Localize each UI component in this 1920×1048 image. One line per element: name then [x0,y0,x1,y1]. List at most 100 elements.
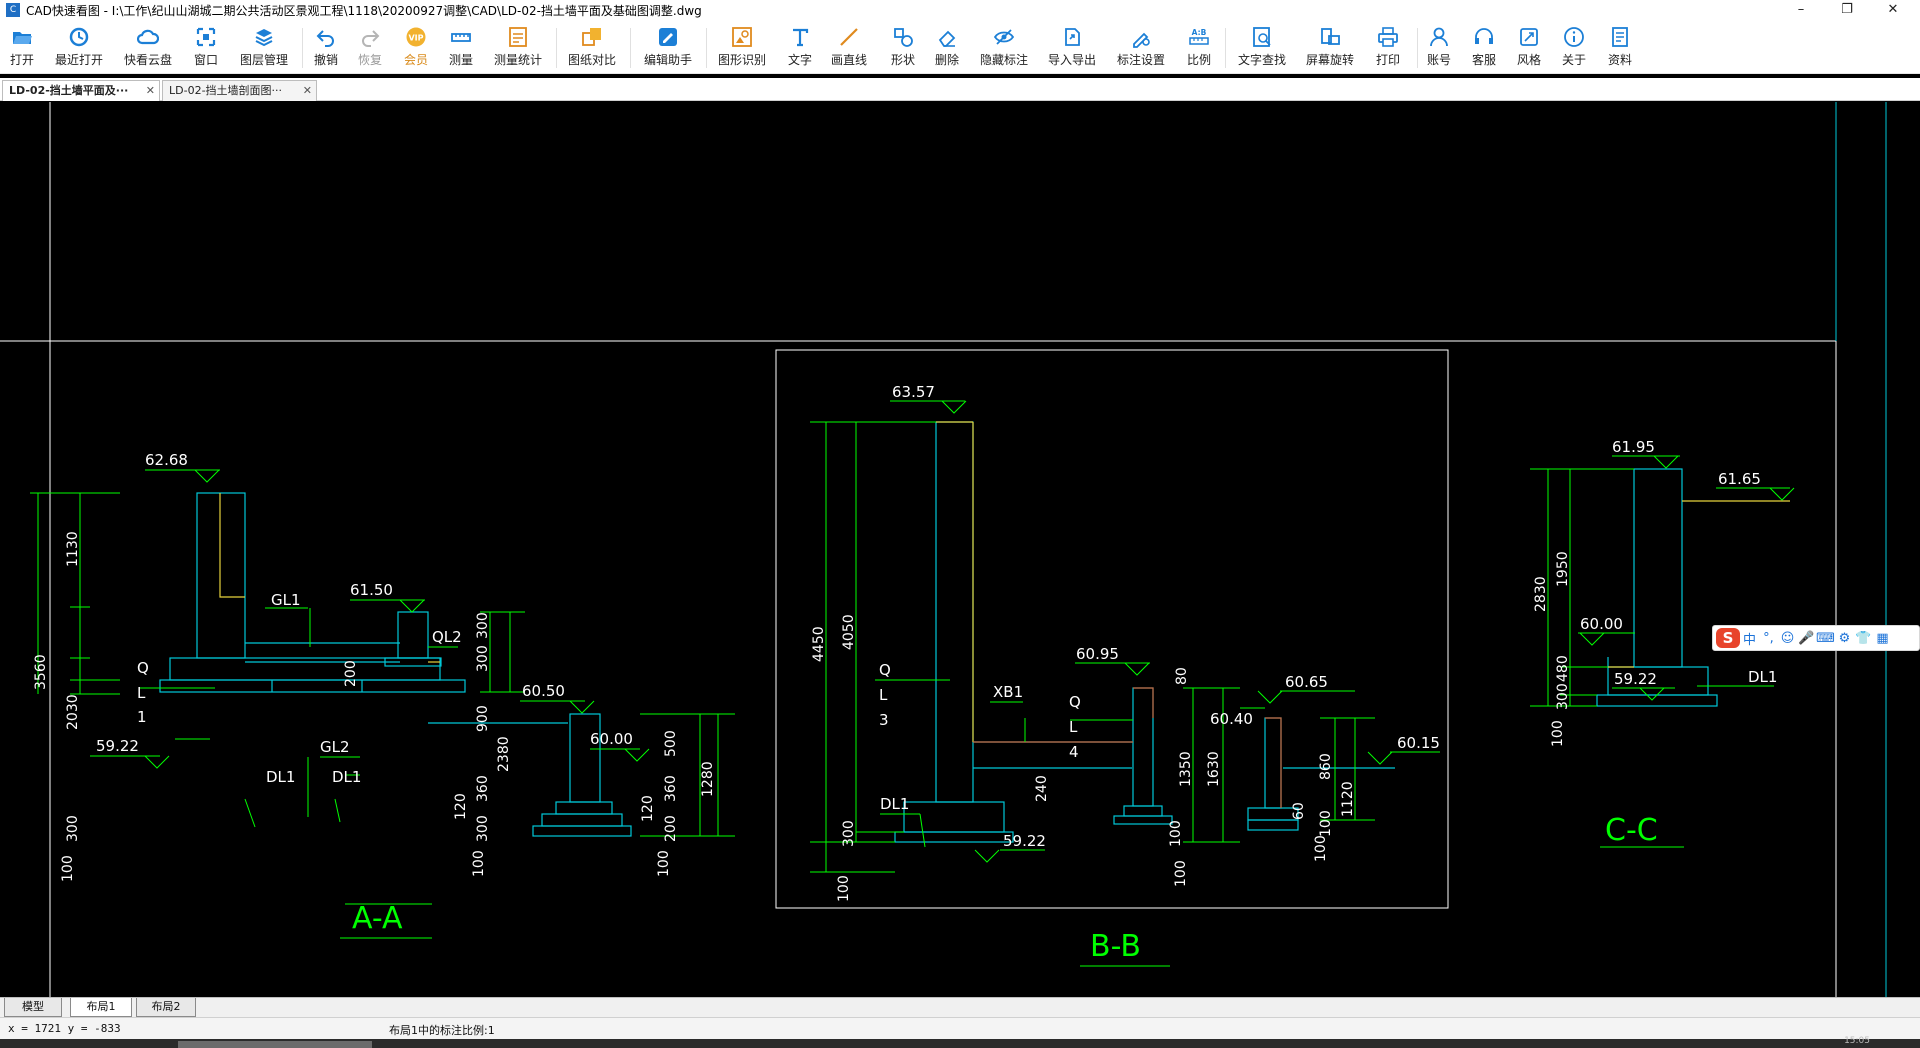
ime-settings-icon[interactable]: ⚙ [1835,631,1854,646]
member-label: Q [1069,693,1081,711]
drawing-compare-button[interactable]: 图纸对比 [568,26,616,74]
member-label: L [137,684,146,702]
vip-button[interactable]: VIP 会员 [404,26,428,74]
toolbar-divider [556,28,557,68]
ime-toolbar[interactable]: S 中 °, ☺ 🎤 ⌨ ⚙ 👕 ▦ [1712,625,1920,651]
sogou-logo-icon[interactable]: S [1716,628,1740,648]
layout-tab-model[interactable]: 模型 [4,998,62,1017]
open-button[interactable]: 打开 [10,26,34,74]
document-tab-section[interactable]: LD-02-挡土墙剖面图··· ✕ [162,80,317,101]
ime-punctuation-icon[interactable]: °, [1759,631,1778,646]
minimize-button[interactable]: – [1778,0,1824,20]
dim-label: 1130 [65,531,81,567]
measure-stats-icon [509,27,527,47]
undo-button[interactable]: 撤销 [314,26,338,74]
measure-label: 测量 [449,53,474,67]
text-search-button[interactable]: 文字查找 [1238,26,1286,74]
close-button[interactable]: ✕ [1870,0,1916,20]
ime-toolbox-icon[interactable]: ▦ [1873,631,1892,646]
drawing-compare-label: 图纸对比 [568,53,617,67]
app-logo-icon: C [6,3,20,17]
dim-label: 100 [1550,720,1566,747]
text-button[interactable]: 文字 [788,26,812,74]
hide-annotation-button[interactable]: 隐藏标注 [980,26,1028,74]
recent-open-button[interactable]: 最近打开 [55,26,103,74]
edit-assistant-button[interactable]: 编辑助手 [644,26,692,74]
measure-stats-button[interactable]: 测量统计 [494,26,542,74]
layer-manager-button[interactable]: 图层管理 [240,26,288,74]
drawing-canvas[interactable]: 62.68 61.50 60.50 60.00 59.22 GL1 QL2 Q … [0,102,1920,997]
toolbar-divider [630,28,631,68]
account-button[interactable]: 账号 [1427,26,1451,74]
cad-viewer-window: C CAD快速看图 - I:\工作\纪山山湖城二期公共活动区景观工程\1118\… [0,0,1920,1048]
scale-label: 比例 [1187,53,1212,67]
redo-icon [362,30,380,47]
customer-service-button[interactable]: 客服 [1472,26,1496,74]
edit-assistant-label: 编辑助手 [644,53,693,67]
dim-label: 480 [1555,655,1571,682]
dim-label: 100 [1173,860,1189,887]
import-export-button[interactable]: 导入导出 [1048,26,1096,74]
dim-label: 1950 [1555,551,1571,587]
layout-tab-layout1[interactable]: 布局1 [70,998,132,1017]
tab-close-icon[interactable]: ✕ [303,81,312,100]
section-bb: 63.57 60.95 60.40 60.65 60.15 59.22 Q L … [810,383,1440,967]
scale-icon: A:B [1189,28,1209,45]
about-button[interactable]: 关于 [1562,26,1586,74]
aa-wall-geometry [159,492,632,837]
measure-stats-label: 测量统计 [494,53,543,67]
draw-line-button[interactable]: 画直线 [831,26,867,74]
member-label: 3 [879,711,889,729]
elev-label: 59.22 [1614,670,1657,688]
dim-label: 240 [1034,775,1050,802]
documents-button[interactable]: 资料 [1608,26,1632,74]
annotation-settings-button[interactable]: 标注设置 [1117,26,1165,74]
window-button[interactable]: 窗口 [194,26,218,74]
style-button[interactable]: 风格 [1517,26,1541,74]
tab-close-icon[interactable]: ✕ [146,81,155,100]
toolbar-divider [1225,28,1226,68]
screen-rotate-button[interactable]: 屏幕旋转 [1306,26,1354,74]
shape-recognize-icon [732,27,752,47]
dim-label: 2380 [496,736,512,772]
cloud-drive-label: 快看云盘 [124,53,173,67]
measure-button[interactable]: 测量 [449,26,473,74]
line-icon [840,28,858,46]
layout-tab-layout2[interactable]: 布局2 [136,998,196,1017]
cad-drawing[interactable]: 62.68 61.50 60.50 60.00 59.22 GL1 QL2 Q … [0,102,1920,997]
dim-label: 200 [663,815,679,842]
redo-button[interactable]: 恢复 [358,26,382,74]
print-button[interactable]: 打印 [1376,26,1400,74]
cloud-drive-button[interactable]: 快看云盘 [124,26,172,74]
member-label: DL1 [880,795,909,813]
ime-emoji-icon[interactable]: ☺ [1778,631,1797,646]
member-label: GL2 [320,738,350,756]
bb-labels: 63.57 60.95 60.40 60.65 60.15 59.22 Q L … [879,383,1440,850]
document-tab-plan[interactable]: LD-02-挡土墙平面及··· ✕ [2,80,160,101]
aa-slope-lines [219,493,440,663]
elev-label: 60.00 [590,730,633,748]
dim-label: 300 [841,820,857,847]
vip-label: 会员 [404,53,429,67]
elev-label: 59.22 [96,737,139,755]
delete-button[interactable]: 删除 [935,26,959,74]
shape-recognize-label: 图形识别 [718,53,767,67]
member-label: L [1069,718,1078,736]
rotate-screen-icon [1321,28,1340,45]
ime-keyboard-icon[interactable]: ⌨ [1816,631,1835,646]
bb-slope-lines [936,421,974,742]
import-export-label: 导入导出 [1048,53,1097,67]
annotation-settings-icon [1133,32,1150,48]
ime-skin-icon[interactable]: 👕 [1854,631,1873,646]
window-icon [196,27,216,47]
printer-icon [1378,27,1398,47]
ime-voice-icon[interactable]: 🎤 [1797,631,1816,646]
scale-button[interactable]: A:B 比例 [1187,26,1211,74]
customer-service-label: 客服 [1472,53,1497,67]
shape-recognize-button[interactable]: 图形识别 [718,26,766,74]
ime-mode-icon[interactable]: 中 [1740,629,1759,648]
shapes-button[interactable]: 形状 [891,26,915,74]
maximize-button[interactable]: ❐ [1824,0,1870,20]
taskbar-active-item[interactable] [178,1041,372,1048]
dim-label: 2030 [65,694,81,730]
